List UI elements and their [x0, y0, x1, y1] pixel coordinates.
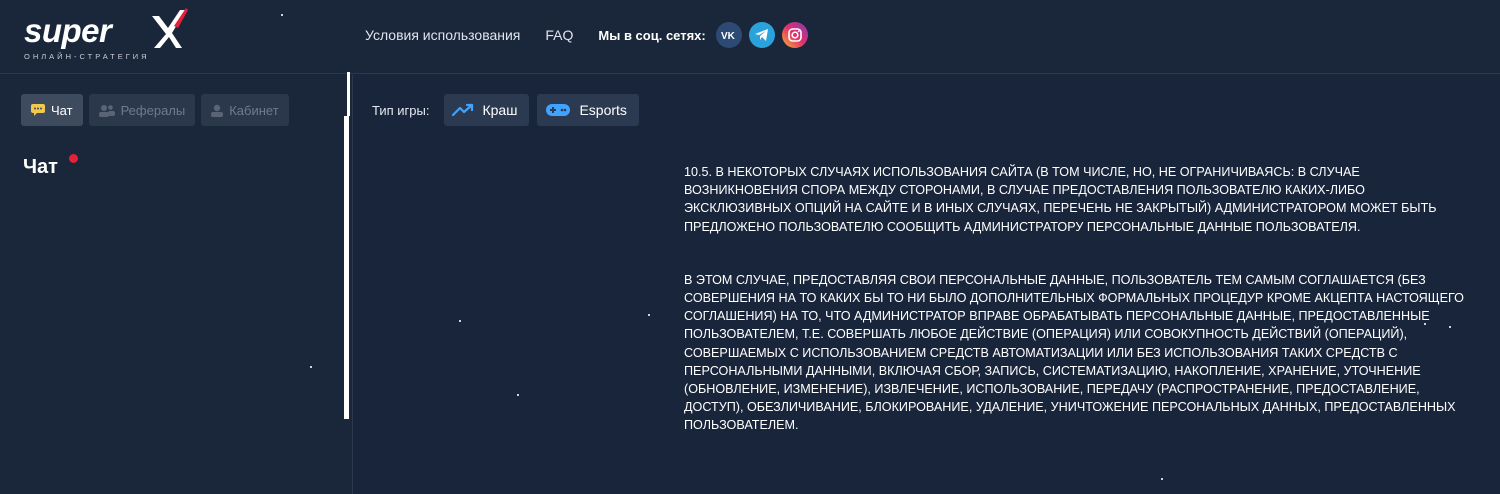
header: super ОНЛАЙН-СТРАТЕГИЯ Условия использов…	[0, 0, 1500, 74]
game-type-bar: Тип игры: Краш Esports	[372, 94, 647, 126]
sidebar: Чат Рефералы Кабинет Чат	[0, 75, 353, 494]
logo-x-icon	[152, 8, 188, 48]
logo-subtitle: ОНЛАЙН-СТРАТЕГИЯ	[24, 52, 150, 61]
background-star	[459, 320, 461, 322]
tab-referrals-label: Рефералы	[120, 102, 186, 118]
nav-terms-link[interactable]: Условия использования	[365, 27, 520, 43]
game-crash-label: Краш	[482, 102, 518, 118]
logo-text: super	[24, 12, 112, 49]
tab-cabinet[interactable]: Кабинет	[201, 94, 289, 126]
background-star	[281, 14, 283, 16]
tab-referrals[interactable]: Рефералы	[88, 94, 196, 126]
background-star	[517, 394, 519, 396]
tab-cabinet-label: Кабинет	[229, 102, 279, 118]
chat-scrollbar-top[interactable]	[347, 72, 350, 116]
tab-chat[interactable]: Чат	[21, 94, 83, 126]
sidebar-tabs: Чат Рефералы Кабинет	[21, 94, 295, 126]
background-star	[648, 314, 650, 316]
game-esports-button[interactable]: Esports	[537, 94, 639, 126]
chat-title: Чат	[23, 156, 58, 178]
tab-chat-label: Чат	[51, 102, 73, 118]
background-star	[1424, 323, 1426, 325]
terms-content: 10.5. В некоторых случаях использования …	[684, 163, 1474, 470]
chat-scrollbar[interactable]	[344, 116, 349, 419]
game-crash-button[interactable]: Краш	[444, 94, 530, 126]
chat-icon	[31, 104, 45, 116]
terms-paragraph: В этом случае, предоставляя свои персона…	[684, 272, 1464, 433]
game-esports-label: Esports	[579, 102, 627, 118]
instagram-icon[interactable]	[781, 22, 808, 48]
trend-up-icon	[452, 103, 474, 117]
users-icon	[98, 104, 115, 117]
background-star	[310, 366, 312, 368]
nav-faq-link[interactable]: FAQ	[545, 27, 573, 43]
chat-notification-dot	[69, 154, 78, 163]
telegram-icon[interactable]	[748, 22, 775, 48]
user-icon	[211, 104, 224, 117]
background-star	[1161, 478, 1163, 480]
vk-icon[interactable]: VK	[715, 22, 742, 48]
top-nav: Условия использования FAQ Мы в соц. сетя…	[365, 22, 815, 48]
social-label: Мы в соц. сетях:	[598, 27, 706, 43]
background-star	[1449, 326, 1451, 328]
terms-paragraph: 10.5. В некоторых случаях использования …	[684, 165, 1437, 234]
logo[interactable]: super ОНЛАЙН-СТРАТЕГИЯ	[22, 6, 188, 64]
svg-text:VK: VK	[721, 31, 736, 40]
game-type-label: Тип игры:	[372, 102, 430, 118]
gamepad-icon	[545, 103, 571, 117]
